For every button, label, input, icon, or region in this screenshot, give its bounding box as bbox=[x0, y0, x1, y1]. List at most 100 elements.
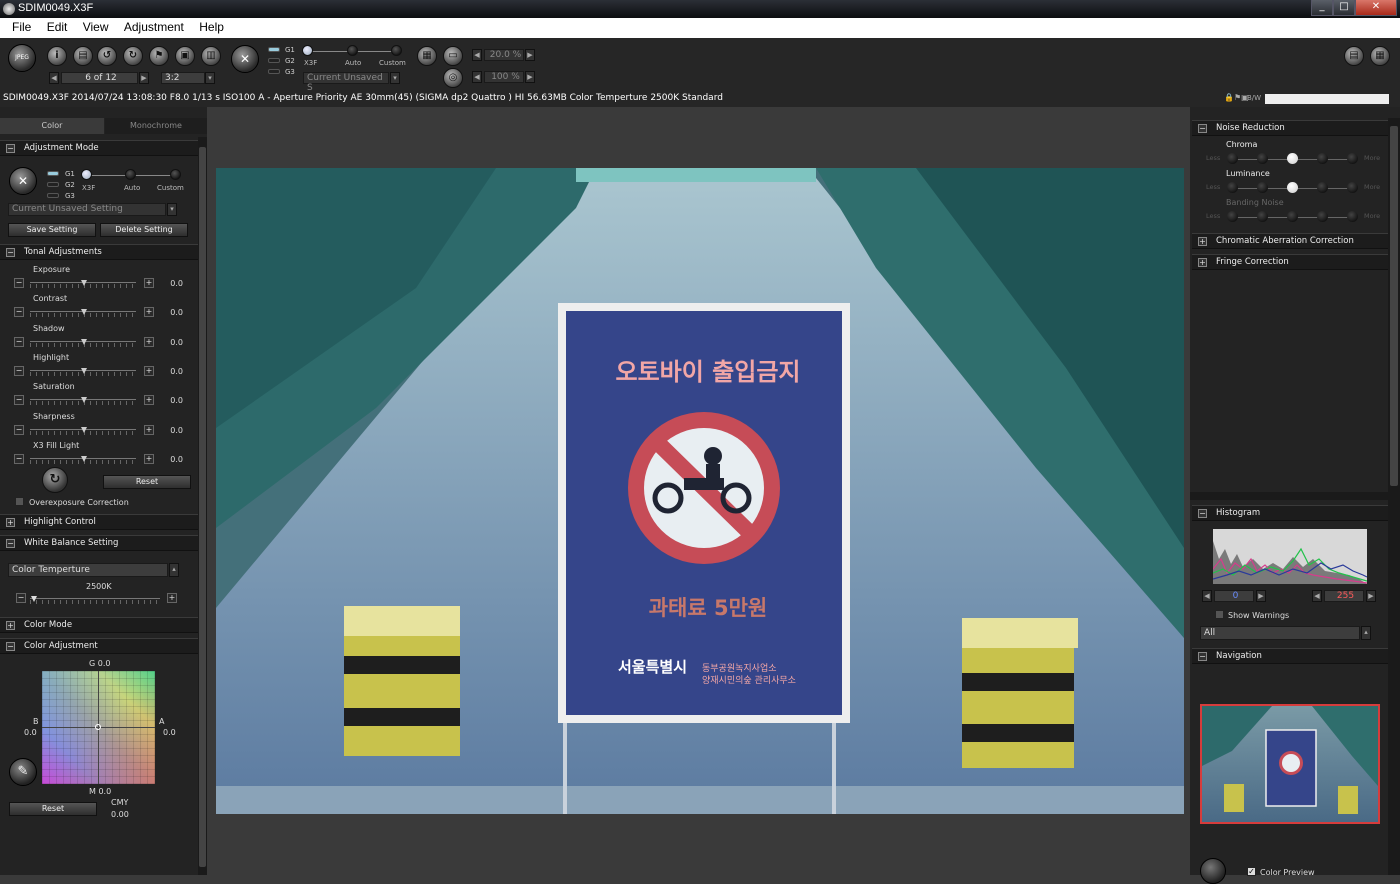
flag-icon[interactable]: ⚑ bbox=[149, 46, 169, 66]
tonal-slider-handle[interactable] bbox=[81, 280, 87, 286]
tonal-minus-button[interactable]: − bbox=[14, 395, 24, 406]
section-fringe-correction[interactable]: + Fringe Correction bbox=[1192, 254, 1388, 270]
tonal-slider-handle[interactable] bbox=[81, 309, 87, 316]
section-white-balance[interactable]: − White Balance Setting bbox=[0, 535, 198, 551]
prev-image-button[interactable]: ◀ bbox=[49, 72, 59, 84]
histogram-channel-dropdown[interactable]: ▴ bbox=[1361, 626, 1371, 640]
x3f-mode-icon[interactable]: ✕ bbox=[231, 45, 259, 73]
print-icon[interactable]: ▤ bbox=[73, 46, 93, 66]
adjustment-x3f-icon[interactable]: ✕ bbox=[9, 167, 37, 195]
noise-banding-step[interactable] bbox=[1257, 211, 1268, 222]
trash-icon[interactable]: ▥ bbox=[201, 46, 221, 66]
hist-low-next[interactable]: ▶ bbox=[1256, 590, 1266, 602]
menu-edit[interactable]: Edit bbox=[47, 18, 68, 34]
setting-select[interactable]: Current Unsaved S bbox=[303, 72, 389, 93]
delete-setting-button[interactable]: Delete Setting bbox=[100, 223, 188, 237]
section-color-mode[interactable]: + Color Mode bbox=[0, 617, 198, 633]
section-navigation[interactable]: − Navigation bbox=[1192, 648, 1388, 664]
menu-adjustment[interactable]: Adjustment bbox=[124, 18, 184, 34]
color-reset-button[interactable]: Reset bbox=[9, 802, 97, 816]
tonal-reset-button[interactable]: Reset bbox=[103, 475, 191, 489]
tonal-minus-button[interactable]: − bbox=[14, 453, 24, 464]
noise-chroma-step[interactable] bbox=[1347, 153, 1358, 164]
rotate-left-icon[interactable]: ↺ bbox=[97, 46, 117, 66]
tonal-slider-handle[interactable] bbox=[81, 367, 87, 374]
wb-slider-handle[interactable] bbox=[31, 596, 37, 602]
tonal-slider-handle[interactable] bbox=[81, 397, 87, 404]
main-photo[interactable]: 오토바이 출입금지 과태료 5만원 서울특별시 동부공원녹지사업소 양재시민의숲… bbox=[216, 168, 1184, 814]
right-scrollbar[interactable] bbox=[1388, 118, 1400, 875]
rotate-right-icon[interactable]: ↻ bbox=[123, 46, 143, 66]
right-splitter[interactable] bbox=[1190, 492, 1388, 500]
noise-luminance-step[interactable] bbox=[1287, 182, 1298, 193]
tonal-plus-button[interactable]: + bbox=[144, 336, 154, 347]
section-highlight-control[interactable]: + Highlight Control bbox=[0, 514, 198, 530]
hist-low-prev[interactable]: ◀ bbox=[1202, 590, 1212, 602]
section-chromatic-aberration[interactable]: + Chromatic Aberration Correction bbox=[1192, 233, 1388, 249]
zoom-prev2-button[interactable]: ◀ bbox=[472, 71, 482, 83]
noise-banding-step[interactable] bbox=[1347, 211, 1358, 222]
tonal-minus-button[interactable]: − bbox=[14, 424, 24, 435]
menu-view[interactable]: View bbox=[83, 18, 109, 34]
tonal-minus-button[interactable]: − bbox=[14, 307, 24, 318]
noise-luminance-step[interactable] bbox=[1227, 182, 1238, 193]
section-histogram[interactable]: − Histogram bbox=[1192, 505, 1388, 521]
jpeg-tiff-icon[interactable]: JPEG bbox=[8, 44, 36, 72]
tonal-plus-button[interactable]: + bbox=[144, 365, 154, 376]
left-setting-select[interactable]: Current Unsaved Setting bbox=[8, 203, 166, 216]
mode-slider-x3f[interactable] bbox=[302, 45, 313, 56]
bw-toggle-bar[interactable] bbox=[1265, 94, 1389, 104]
hist-high-prev[interactable]: ◀ bbox=[1312, 590, 1322, 602]
maximize-button[interactable]: □ bbox=[1333, 0, 1355, 16]
color-adjustment-handle[interactable] bbox=[95, 724, 101, 730]
menu-file[interactable]: File bbox=[12, 18, 31, 34]
fullscreen-icon[interactable]: ▦ bbox=[1370, 46, 1390, 66]
tonal-plus-button[interactable]: + bbox=[144, 395, 154, 406]
close-button[interactable]: ✕ bbox=[1355, 0, 1397, 16]
ratio-select[interactable]: 3:2 bbox=[161, 72, 205, 84]
tonal-plus-button[interactable]: + bbox=[144, 424, 154, 435]
minimize-button[interactable]: _ bbox=[1311, 0, 1333, 16]
display-settings-icon[interactable]: ▤ bbox=[1344, 46, 1364, 66]
navigation-zoom-icon[interactable] bbox=[1200, 858, 1226, 884]
noise-luminance-step[interactable] bbox=[1317, 182, 1328, 193]
navigation-thumbnail[interactable] bbox=[1200, 704, 1380, 824]
zoom-view-icon[interactable]: ▭ bbox=[443, 46, 463, 66]
histogram-channel-select[interactable]: All bbox=[1200, 626, 1360, 640]
color-adjustment-grid[interactable] bbox=[42, 671, 155, 784]
section-noise-reduction[interactable]: − Noise Reduction bbox=[1192, 120, 1388, 136]
show-warnings-checkbox[interactable] bbox=[1215, 610, 1224, 619]
hist-high-next[interactable]: ▶ bbox=[1366, 590, 1376, 602]
tonal-slider-handle[interactable] bbox=[81, 426, 87, 433]
next-image-button[interactable]: ▶ bbox=[139, 72, 149, 84]
ratio-dropdown-icon[interactable]: ▾ bbox=[205, 72, 215, 84]
fit-view-icon[interactable]: ▦ bbox=[417, 46, 437, 66]
tab-color[interactable]: Color bbox=[0, 118, 104, 134]
auto-tone-icon[interactable]: ↻ bbox=[42, 467, 68, 493]
info-icon[interactable]: i bbox=[47, 46, 67, 66]
lock-icon[interactable]: ▣ bbox=[175, 46, 195, 66]
noise-banding-step[interactable] bbox=[1287, 211, 1298, 222]
zoom-prev-button[interactable]: ◀ bbox=[472, 49, 482, 61]
tonal-minus-button[interactable]: − bbox=[14, 336, 24, 347]
noise-chroma-step[interactable] bbox=[1257, 153, 1268, 164]
overexposure-checkbox[interactable] bbox=[15, 497, 24, 506]
noise-luminance-step[interactable] bbox=[1257, 182, 1268, 193]
tonal-minus-button[interactable]: − bbox=[14, 365, 24, 376]
left-mode-x3f[interactable] bbox=[81, 169, 92, 180]
eyedropper-icon[interactable]: ✎ bbox=[9, 758, 37, 786]
noise-banding-step[interactable] bbox=[1227, 211, 1238, 222]
section-tonal-adjustments[interactable]: − Tonal Adjustments bbox=[0, 244, 198, 260]
section-color-adjustment[interactable]: − Color Adjustment bbox=[0, 638, 198, 654]
tonal-plus-button[interactable]: + bbox=[144, 278, 154, 288]
zoom-next2-button[interactable]: ▶ bbox=[525, 71, 535, 83]
noise-banding-step[interactable] bbox=[1317, 211, 1328, 222]
zoom-reset-icon[interactable]: ◎ bbox=[443, 68, 463, 88]
wb-mode-dropdown[interactable]: ▴ bbox=[169, 563, 179, 577]
noise-chroma-step[interactable] bbox=[1227, 153, 1238, 164]
wb-plus-button[interactable]: + bbox=[167, 593, 177, 603]
tonal-slider-handle[interactable] bbox=[81, 338, 87, 345]
tonal-slider-handle[interactable] bbox=[81, 455, 87, 462]
section-adjustment-mode[interactable]: − Adjustment Mode bbox=[0, 140, 198, 156]
tonal-plus-button[interactable]: + bbox=[144, 307, 154, 318]
